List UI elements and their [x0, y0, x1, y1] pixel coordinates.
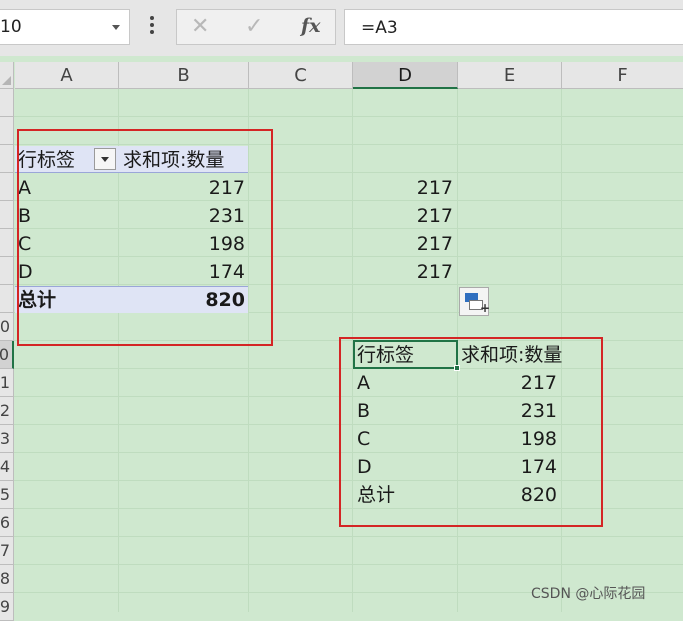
row-header[interactable]: 0	[0, 313, 14, 341]
cell-d-value[interactable]: 217	[353, 258, 453, 286]
row-header[interactable]	[0, 285, 14, 313]
paste-options-icon[interactable]: +	[459, 287, 490, 316]
row-header[interactable]: 1	[0, 369, 14, 397]
name-box[interactable]: 10	[0, 9, 130, 45]
formula-buttons: ✕ ✓ fx	[176, 9, 336, 45]
row-header[interactable]	[0, 117, 14, 145]
highlight-box-copied	[339, 337, 603, 527]
row-header[interactable]: 3	[0, 425, 14, 453]
row-header[interactable]: 5	[0, 481, 14, 509]
column-header-d[interactable]: D	[353, 62, 458, 89]
formula-text: =A3	[361, 18, 398, 38]
cell-d-value[interactable]: 217	[353, 202, 453, 230]
row-header[interactable]	[0, 201, 14, 229]
column-header-e[interactable]: E	[458, 62, 562, 89]
row-header[interactable]	[0, 145, 14, 173]
row-header[interactable]: 6	[0, 509, 14, 537]
row-header[interactable]	[0, 229, 14, 257]
name-box-value: 10	[0, 17, 22, 37]
column-header-c[interactable]: C	[249, 62, 353, 89]
more-options-icon[interactable]	[149, 16, 155, 38]
select-all-corner[interactable]	[0, 62, 14, 89]
row-header[interactable]: 4	[0, 453, 14, 481]
enter-icon[interactable]: ✓	[245, 14, 263, 39]
fx-icon[interactable]: fx	[301, 15, 321, 37]
column-header-b[interactable]: B	[119, 62, 249, 89]
row-header[interactable]: 7	[0, 537, 14, 565]
row-header[interactable]: 2	[0, 397, 14, 425]
column-header-a[interactable]: A	[15, 62, 119, 89]
row-header-selected[interactable]: 0	[0, 341, 14, 369]
cell-d-value[interactable]: 217	[353, 230, 453, 258]
formula-bar-area: 10 ✕ ✓ fx =A3	[0, 0, 683, 56]
row-header[interactable]	[0, 173, 14, 201]
row-header[interactable]	[0, 89, 14, 117]
chevron-down-icon[interactable]	[112, 25, 120, 30]
formula-input[interactable]: =A3	[344, 9, 683, 45]
row-header[interactable]: 9	[0, 593, 14, 621]
cell-d-value[interactable]: 217	[353, 174, 453, 202]
highlight-box-pivot	[17, 129, 273, 346]
row-header[interactable]: 8	[0, 565, 14, 593]
column-header-f[interactable]: F	[562, 62, 683, 89]
row-header[interactable]	[0, 257, 14, 285]
cancel-icon[interactable]: ✕	[191, 14, 209, 39]
watermark: CSDN @心际花园	[531, 586, 646, 602]
